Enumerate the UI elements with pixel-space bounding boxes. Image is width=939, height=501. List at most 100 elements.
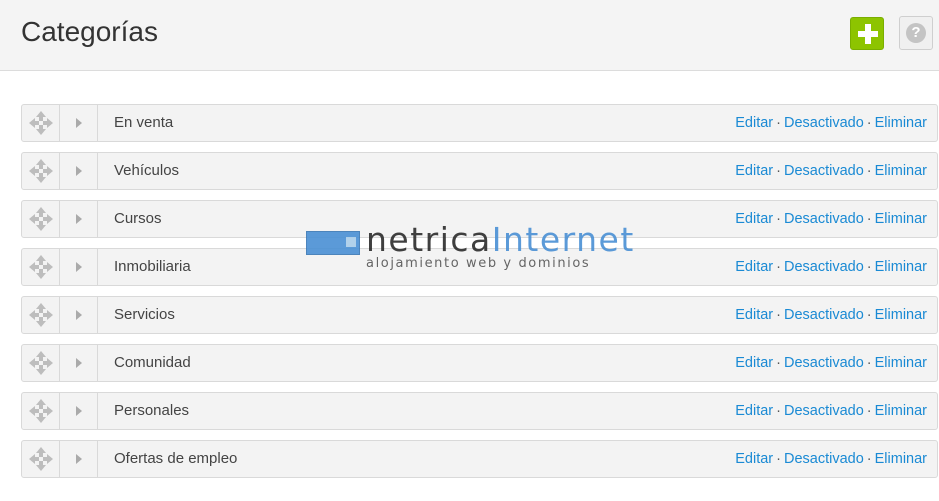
drag-handle[interactable] xyxy=(22,249,60,285)
category-row: Vehículos Editar · Desactivado · Eliminar xyxy=(21,152,938,190)
row-actions: Editar · Desactivado · Eliminar xyxy=(735,441,927,477)
action-separator: · xyxy=(866,307,872,323)
delete-link[interactable]: Eliminar xyxy=(875,451,927,467)
expand-toggle[interactable] xyxy=(60,393,98,429)
delete-link[interactable]: Eliminar xyxy=(875,259,927,275)
action-separator: · xyxy=(776,403,781,419)
status-toggle-link[interactable]: Desactivado xyxy=(784,403,864,419)
expand-toggle[interactable] xyxy=(60,297,98,333)
category-list: En venta Editar · Desactivado · Eliminar Veh… xyxy=(21,104,938,488)
category-row: En venta Editar · Desactivado · Eliminar xyxy=(21,104,938,142)
drag-handle[interactable] xyxy=(22,441,60,477)
expand-toggle[interactable] xyxy=(60,249,98,285)
edit-link[interactable]: Editar xyxy=(735,211,773,227)
action-separator: · xyxy=(776,307,781,323)
category-name: Servicios xyxy=(114,306,175,323)
category-row: Cursos Editar · Desactivado · Eliminar xyxy=(21,200,938,238)
caret-right-icon xyxy=(76,454,82,464)
action-separator: · xyxy=(776,115,781,131)
action-separator: · xyxy=(776,451,781,467)
action-separator: · xyxy=(866,211,872,227)
drag-handle[interactable] xyxy=(22,297,60,333)
action-separator: · xyxy=(776,355,781,371)
caret-right-icon xyxy=(76,310,82,320)
delete-link[interactable]: Eliminar xyxy=(875,211,927,227)
delete-link[interactable]: Eliminar xyxy=(875,355,927,371)
move-arrows-icon xyxy=(29,159,53,183)
row-actions: Editar · Desactivado · Eliminar xyxy=(735,297,927,333)
action-separator: · xyxy=(866,451,872,467)
status-toggle-link[interactable]: Desactivado xyxy=(784,451,864,467)
drag-handle[interactable] xyxy=(22,393,60,429)
expand-toggle[interactable] xyxy=(60,441,98,477)
delete-link[interactable]: Eliminar xyxy=(875,403,927,419)
move-arrows-icon xyxy=(29,207,53,231)
status-toggle-link[interactable]: Desactivado xyxy=(784,355,864,371)
category-name: En venta xyxy=(114,114,174,131)
row-actions: Editar · Desactivado · Eliminar xyxy=(735,201,927,237)
edit-link[interactable]: Editar xyxy=(735,355,773,371)
status-toggle-link[interactable]: Desactivado xyxy=(784,115,864,131)
category-name: Inmobiliaria xyxy=(114,258,191,275)
caret-right-icon xyxy=(76,262,82,272)
expand-toggle[interactable] xyxy=(60,201,98,237)
category-name: Cursos xyxy=(114,210,162,227)
status-toggle-link[interactable]: Desactivado xyxy=(784,307,864,323)
category-name: Vehículos xyxy=(114,162,180,179)
category-name: Comunidad xyxy=(114,354,191,371)
delete-link[interactable]: Eliminar xyxy=(875,115,927,131)
action-separator: · xyxy=(866,403,872,419)
category-row: Servicios Editar · Desactivado · Eliminar xyxy=(21,296,938,334)
status-toggle-link[interactable]: Desactivado xyxy=(784,163,864,179)
action-separator: · xyxy=(776,259,781,275)
action-separator: · xyxy=(776,211,781,227)
action-separator: · xyxy=(776,163,781,179)
row-actions: Editar · Desactivado · Eliminar xyxy=(735,249,927,285)
page-header: Categorías ? xyxy=(0,0,939,71)
category-row: Ofertas de empleo Editar · Desactivado · Eli… xyxy=(21,440,938,478)
caret-right-icon xyxy=(76,118,82,128)
edit-link[interactable]: Editar xyxy=(735,451,773,467)
row-actions: Editar · Desactivado · Eliminar xyxy=(735,345,927,381)
edit-link[interactable]: Editar xyxy=(735,115,773,131)
caret-right-icon xyxy=(76,166,82,176)
edit-link[interactable]: Editar xyxy=(735,307,773,323)
category-row: Personales Editar · Desactivado · Eliminar xyxy=(21,392,938,430)
drag-handle[interactable] xyxy=(22,105,60,141)
edit-link[interactable]: Editar xyxy=(735,259,773,275)
move-arrows-icon xyxy=(29,447,53,471)
page-title: Categorías xyxy=(21,16,158,47)
category-row: Inmobiliaria Editar · Desactivado · Eliminar xyxy=(21,248,938,286)
edit-link[interactable]: Editar xyxy=(735,163,773,179)
move-arrows-icon xyxy=(29,399,53,423)
status-toggle-link[interactable]: Desactivado xyxy=(784,259,864,275)
move-arrows-icon xyxy=(29,351,53,375)
drag-handle[interactable] xyxy=(22,345,60,381)
caret-right-icon xyxy=(76,406,82,416)
expand-toggle[interactable] xyxy=(60,153,98,189)
delete-link[interactable]: Eliminar xyxy=(875,163,927,179)
caret-right-icon xyxy=(76,358,82,368)
question-icon: ? xyxy=(906,23,926,43)
category-name: Ofertas de empleo xyxy=(114,450,238,467)
caret-right-icon xyxy=(76,214,82,224)
action-separator: · xyxy=(866,259,872,275)
drag-handle[interactable] xyxy=(22,153,60,189)
move-arrows-icon xyxy=(29,303,53,327)
action-separator: · xyxy=(866,355,872,371)
add-category-button[interactable] xyxy=(850,17,884,50)
drag-handle[interactable] xyxy=(22,201,60,237)
row-actions: Editar · Desactivado · Eliminar xyxy=(735,105,927,141)
action-separator: · xyxy=(866,163,872,179)
row-actions: Editar · Desactivado · Eliminar xyxy=(735,153,927,189)
move-arrows-icon xyxy=(29,255,53,279)
expand-toggle[interactable] xyxy=(60,345,98,381)
expand-toggle[interactable] xyxy=(60,105,98,141)
plus-icon xyxy=(858,24,878,44)
move-arrows-icon xyxy=(29,111,53,135)
help-button[interactable]: ? xyxy=(899,16,933,50)
delete-link[interactable]: Eliminar xyxy=(875,307,927,323)
status-toggle-link[interactable]: Desactivado xyxy=(784,211,864,227)
action-separator: · xyxy=(866,115,872,131)
edit-link[interactable]: Editar xyxy=(735,403,773,419)
